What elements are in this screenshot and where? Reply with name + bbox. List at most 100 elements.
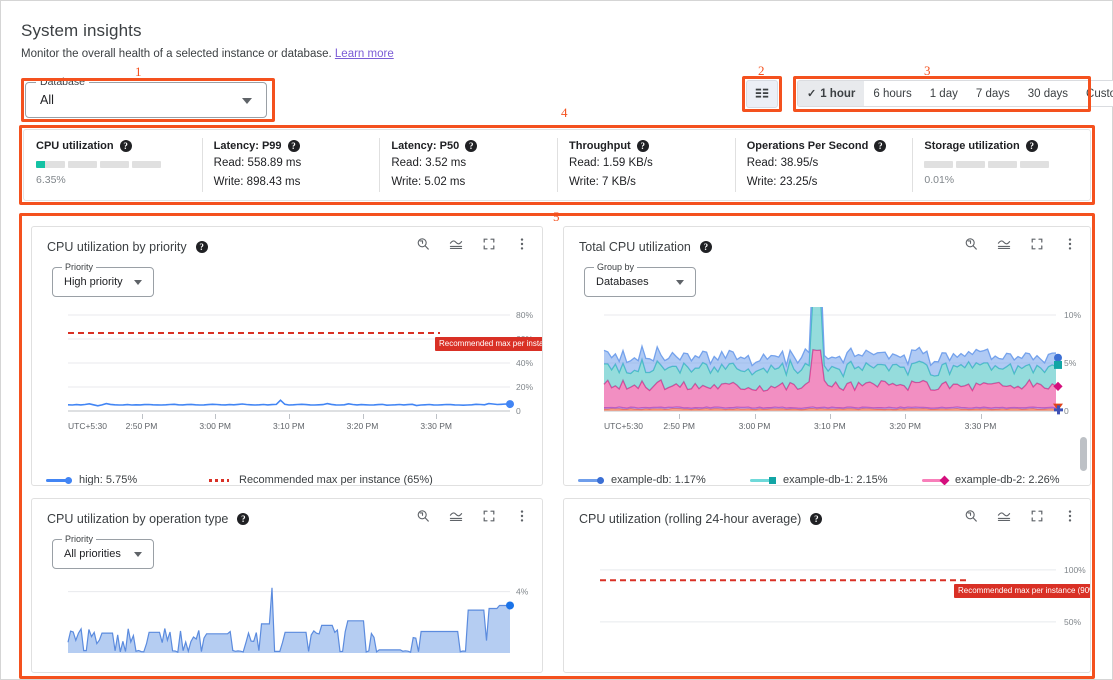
- priority-select[interactable]: Priority All priorities: [52, 534, 154, 569]
- group-by-select[interactable]: Group by Databases: [584, 262, 696, 297]
- series-last-point: [506, 400, 514, 409]
- help-icon[interactable]: ?: [1025, 140, 1038, 152]
- x-axis-tick: [905, 414, 907, 419]
- compare-lines-icon[interactable]: [448, 508, 464, 524]
- metrics-strip: CPU utilization? 6.35% Latency: P99? Rea…: [23, 129, 1091, 201]
- time-range-option-7-days[interactable]: 7 days: [967, 81, 1019, 106]
- group-by-select-label: Group by: [594, 262, 638, 272]
- help-icon[interactable]: ?: [195, 241, 208, 253]
- metric-read: Read: 558.89 ms: [213, 157, 302, 169]
- plot-svg: 4%6%: [67, 587, 529, 653]
- more-options-icon[interactable]: [514, 236, 530, 252]
- x-axis-tick-label: 2:50 PM: [663, 421, 695, 431]
- x-axis-tick-label: 3:10 PM: [814, 421, 846, 431]
- learn-more-link[interactable]: Learn more: [335, 48, 394, 60]
- metric-title: Operations Per Second?: [747, 140, 913, 152]
- help-icon[interactable]: ?: [237, 513, 250, 525]
- card-actions: [963, 508, 1078, 524]
- priority-select-value: All priorities: [64, 548, 121, 560]
- metric-read: Read: 1.59 KB/s: [569, 157, 653, 169]
- help-icon[interactable]: ?: [465, 140, 478, 152]
- chart-legend: high: 5.75% Recommended max per instance…: [32, 468, 542, 485]
- more-options-icon[interactable]: [1062, 236, 1078, 252]
- x-axis-tick-label: 3:30 PM: [420, 421, 452, 431]
- reset-zoom-icon[interactable]: [415, 508, 431, 524]
- annotation-number-3: 3: [924, 63, 931, 78]
- view-mode-toggle-button[interactable]: [746, 80, 778, 108]
- metric-title-text: Latency: P50: [391, 140, 460, 152]
- time-range-selector[interactable]: ✓ 1 hour 6 hours 1 day 7 days 30 days Cu…: [797, 80, 1113, 107]
- legend-marker: [922, 474, 950, 485]
- series-last-point: [506, 601, 514, 610]
- metric-latency-p99: Latency: P99? Read: 558.89 ms Write: 898…: [201, 130, 380, 200]
- chevron-down-icon: [242, 98, 252, 104]
- annotation-number-1: 1: [135, 64, 142, 79]
- x-axis-tick: [830, 414, 831, 419]
- help-icon[interactable]: ?: [810, 513, 823, 525]
- annotation-number-4: 4: [561, 105, 568, 120]
- y-axis-tick-label: 4%: [516, 587, 529, 597]
- time-range-option-custom[interactable]: Custom: [1077, 81, 1113, 106]
- database-filter-value: All: [40, 93, 54, 107]
- legend-label: example-db-2: 2.26%: [955, 474, 1060, 486]
- metric-title-text: Operations Per Second: [746, 140, 869, 152]
- metric-title-text: Latency: P99: [213, 140, 282, 152]
- legend-item[interactable]: high: 5.75%: [46, 474, 206, 485]
- help-icon[interactable]: ?: [874, 140, 887, 152]
- metric-read: Read: 3.52 ms: [391, 157, 467, 169]
- chevron-down-icon: [134, 552, 142, 557]
- database-filter-select[interactable]: Database All: [25, 76, 267, 118]
- legend-marker: [46, 474, 72, 485]
- reset-zoom-icon[interactable]: [963, 236, 979, 252]
- series-last-point: [1054, 360, 1062, 369]
- x-axis-tick-label: 3:10 PM: [273, 421, 305, 431]
- x-axis-tick: [980, 414, 982, 419]
- metric-title: Latency: P50?: [391, 140, 557, 152]
- help-icon[interactable]: ?: [699, 241, 712, 253]
- legend-item[interactable]: example-db-2: 2.26%: [922, 474, 1060, 486]
- legend-marker: [750, 474, 776, 485]
- annotation-number-2: 2: [758, 63, 765, 78]
- fullscreen-icon[interactable]: [1029, 508, 1045, 524]
- metric-title: Storage utilization?: [924, 140, 1090, 152]
- help-icon[interactable]: ?: [287, 140, 300, 152]
- reset-zoom-icon[interactable]: [963, 508, 979, 524]
- card-header: CPU utilization by operation type ?: [32, 499, 542, 533]
- x-axis-tick: [289, 414, 290, 419]
- metric-value: 0.01%: [924, 174, 955, 186]
- time-range-option-label: 6 hours: [873, 87, 912, 100]
- card-cpu-utilization-rolling-24h: CPU utilization (rolling 24-hour average…: [563, 498, 1091, 673]
- time-range-option-label: Custom: [1086, 87, 1113, 100]
- card-title: CPU utilization by operation type ?: [47, 512, 250, 526]
- time-range-option-30-days[interactable]: 30 days: [1019, 81, 1077, 106]
- compare-lines-icon[interactable]: [996, 236, 1012, 252]
- x-axis-tick: [362, 414, 364, 419]
- help-icon[interactable]: ?: [119, 140, 132, 152]
- card-total-cpu-utilization: Total CPU utilization ? Group by Databas…: [563, 226, 1091, 486]
- more-options-icon[interactable]: [514, 508, 530, 524]
- time-range-option-1-day[interactable]: 1 day: [921, 81, 967, 106]
- fullscreen-icon[interactable]: [481, 508, 497, 524]
- compare-lines-icon[interactable]: [448, 236, 464, 252]
- legend-item[interactable]: Recommended max per instance (65%): [206, 474, 433, 485]
- card-title: CPU utilization by priority ?: [47, 240, 208, 254]
- y-axis-tick-label: 100%: [1064, 565, 1086, 575]
- help-icon[interactable]: ?: [636, 140, 649, 152]
- legend-item[interactable]: example-db-1: 2.15%: [750, 474, 922, 485]
- compare-lines-icon[interactable]: [996, 508, 1012, 524]
- time-range-option-1-hour[interactable]: ✓ 1 hour: [798, 81, 865, 106]
- fullscreen-icon[interactable]: [481, 236, 497, 252]
- card-scrollbar[interactable]: [1080, 437, 1087, 471]
- time-range-option-6-hours[interactable]: 6 hours: [864, 81, 920, 106]
- card-cpu-utilization-by-operation-type: CPU utilization by operation type ? Prio…: [31, 498, 543, 673]
- y-axis-tick-label: 0: [1064, 406, 1069, 416]
- x-axis-tick-label: 3:20 PM: [346, 421, 379, 431]
- legend-item[interactable]: example-db: 1.17%: [578, 474, 750, 485]
- plot-cpu-by-priority: 020%40%60%80% Recommended max per instan…: [32, 307, 542, 452]
- x-axis-tick: [141, 414, 143, 419]
- more-options-icon[interactable]: [1062, 508, 1078, 524]
- check-icon: ✓: [807, 88, 817, 100]
- reset-zoom-icon[interactable]: [415, 236, 431, 252]
- fullscreen-icon[interactable]: [1029, 236, 1045, 252]
- priority-select[interactable]: Priority High priority: [52, 262, 154, 297]
